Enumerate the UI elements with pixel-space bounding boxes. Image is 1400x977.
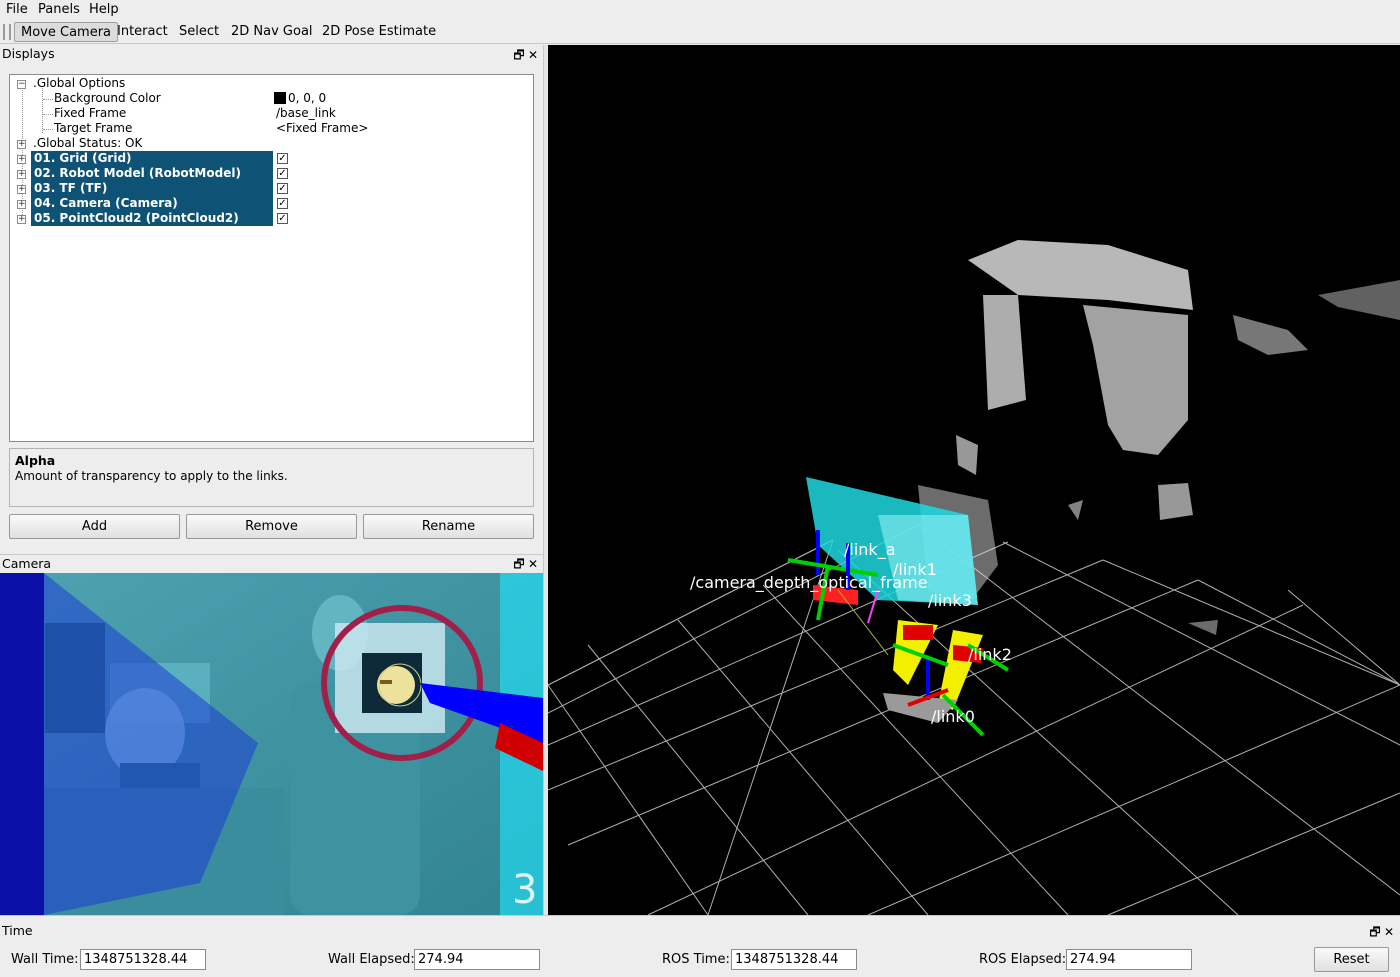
remove-button[interactable]: Remove xyxy=(186,514,357,539)
close-icon[interactable]: ✕ xyxy=(1382,925,1396,939)
expand-icon[interactable]: + xyxy=(17,170,26,179)
display-item-tf[interactable]: 03. TF (TF) xyxy=(31,181,273,196)
wall-time-label: Wall Time: xyxy=(11,952,79,967)
time-panel-controls: 🗗 ✕ xyxy=(1368,923,1396,941)
camera-view[interactable]: 3 xyxy=(0,573,543,915)
tool-interact[interactable]: Interact xyxy=(111,22,174,42)
rename-button[interactable]: Rename xyxy=(363,514,534,539)
tf-label-link3: /link3 xyxy=(928,591,972,610)
property-target-frame-label: Target Frame xyxy=(54,121,133,135)
add-button[interactable]: Add xyxy=(9,514,180,539)
tree-item-global-status[interactable]: .Global Status: OK xyxy=(33,136,142,151)
tree-item-global-options[interactable]: .Global Options xyxy=(33,76,125,91)
ros-elapsed-field[interactable]: 274.94 xyxy=(1066,949,1192,970)
tool-2d-nav-goal[interactable]: 2D Nav Goal xyxy=(225,22,319,42)
property-background-color-value[interactable]: 0, 0, 0 xyxy=(274,91,326,106)
display-item-grid[interactable]: 01. Grid (Grid) xyxy=(31,151,273,166)
wall-elapsed-label: Wall Elapsed: xyxy=(328,952,415,967)
float-icon[interactable]: 🗗 xyxy=(1368,923,1382,944)
ros-time-label: ROS Time: xyxy=(662,952,730,967)
color-swatch xyxy=(274,92,286,104)
tf-label-link2: /link2 xyxy=(968,645,1012,664)
display-item-robot-model[interactable]: 02. Robot Model (RobotModel) xyxy=(31,166,273,181)
camera-image: 3 xyxy=(0,573,543,915)
toolbar-grip-handle[interactable] xyxy=(3,24,11,40)
time-panel: Time 🗗 ✕ Wall Time: 1348751328.44 Wall El… xyxy=(0,915,1400,977)
display-camera-checkbox[interactable]: ✓ xyxy=(277,198,288,209)
reset-button[interactable]: Reset xyxy=(1314,947,1389,972)
close-icon[interactable]: ✕ xyxy=(526,48,540,62)
property-target-frame-value[interactable]: <Fixed Frame> xyxy=(276,121,368,136)
float-icon[interactable]: 🗗 xyxy=(512,46,526,67)
display-grid-checkbox[interactable]: ✓ xyxy=(277,153,288,164)
displays-panel-controls: 🗗 ✕ xyxy=(512,46,540,64)
display-item-pointcloud2[interactable]: 05. PointCloud2 (PointCloud2) xyxy=(31,211,273,226)
expand-icon[interactable]: + xyxy=(17,185,26,194)
ros-time-field[interactable]: 1348751328.44 xyxy=(731,949,857,970)
scene-3d: /camera_depth_optical_frame /link_a /lin… xyxy=(548,240,1400,915)
description-title: Alpha xyxy=(15,453,56,468)
property-background-color-label: Background Color xyxy=(54,91,161,105)
displays-tree[interactable]: − .Global Options Background Color 0, 0,… xyxy=(9,74,534,442)
display-pointcloud2-checkbox[interactable]: ✓ xyxy=(277,213,288,224)
toolbar: Move Camera Interact Select 2D Nav Goal … xyxy=(0,20,1400,44)
tf-label-link-a: /link_a xyxy=(844,540,896,560)
expand-icon[interactable]: + xyxy=(17,155,26,164)
ros-elapsed-label: ROS Elapsed: xyxy=(979,952,1067,967)
render-3d-view[interactable]: /camera_depth_optical_frame /link_a /lin… xyxy=(548,45,1400,915)
tool-move-camera[interactable]: Move Camera xyxy=(14,22,119,42)
menu-file[interactable]: File xyxy=(6,2,28,17)
tf-label-camera-frames: /camera_depth_optical_frame xyxy=(690,573,928,593)
svg-text:3: 3 xyxy=(512,867,537,913)
tf-label-link0: /link0 xyxy=(931,707,975,726)
expand-icon[interactable]: + xyxy=(17,215,26,224)
menu-panels[interactable]: Panels xyxy=(38,2,80,17)
camera-panel-title: Camera xyxy=(0,554,543,572)
menu-help[interactable]: Help xyxy=(89,2,119,17)
camera-panel-controls: 🗗 ✕ xyxy=(512,555,540,573)
point-cloud xyxy=(918,240,1400,635)
tool-2d-pose-estimate[interactable]: 2D Pose Estimate xyxy=(316,22,442,42)
expand-icon[interactable]: + xyxy=(17,140,26,149)
time-panel-title: Time xyxy=(0,922,300,940)
display-tf-checkbox[interactable]: ✓ xyxy=(277,183,288,194)
menubar: File Panels Help xyxy=(0,0,1400,20)
display-item-camera[interactable]: 04. Camera (Camera) xyxy=(31,196,273,211)
property-fixed-frame-label: Fixed Frame xyxy=(54,106,127,120)
property-description: Alpha Amount of transparency to apply to… xyxy=(9,448,534,507)
displays-panel-title: Displays xyxy=(0,45,543,63)
close-icon[interactable]: ✕ xyxy=(526,557,540,571)
wall-elapsed-field[interactable]: 274.94 xyxy=(414,949,540,970)
tf-label-link1: /link1 xyxy=(893,560,937,579)
property-fixed-frame-value[interactable]: /base_link xyxy=(276,106,336,121)
collapse-icon[interactable]: − xyxy=(17,80,26,89)
display-robot-model-checkbox[interactable]: ✓ xyxy=(277,168,288,179)
tool-select[interactable]: Select xyxy=(173,22,225,42)
wall-time-field[interactable]: 1348751328.44 xyxy=(80,949,206,970)
description-text: Amount of transparency to apply to the l… xyxy=(15,469,288,483)
expand-icon[interactable]: + xyxy=(17,200,26,209)
